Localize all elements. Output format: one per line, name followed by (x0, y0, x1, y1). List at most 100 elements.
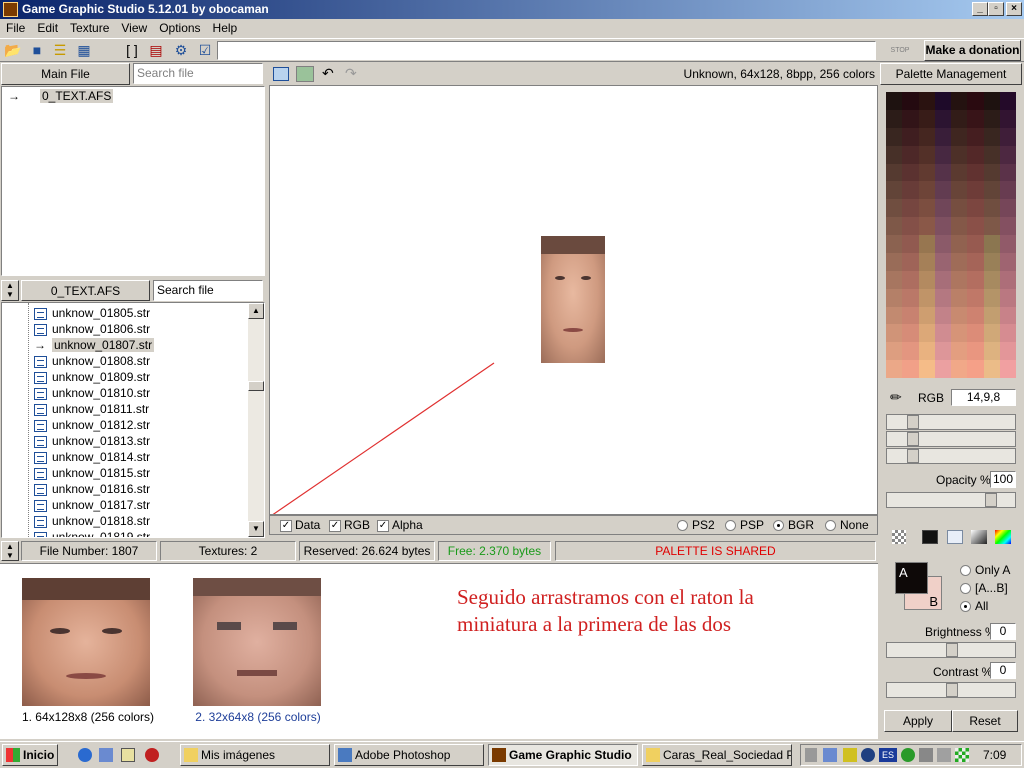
thumbnail-2[interactable] (193, 578, 321, 706)
network-icon[interactable] (823, 748, 837, 762)
tray-printer-icon[interactable] (937, 748, 951, 762)
palette-swatch[interactable] (951, 360, 968, 378)
scroll-up-button[interactable]: ▲ (248, 303, 264, 319)
palette-swatch[interactable] (999, 324, 1016, 343)
rgb-input[interactable]: 14,9,8 (951, 389, 1016, 406)
blue-slider[interactable] (886, 448, 1016, 464)
palette-swatch[interactable] (999, 92, 1016, 110)
eyedropper-icon[interactable]: ✏ (890, 389, 902, 406)
palette-swatch[interactable] (999, 235, 1016, 253)
palette-swatch[interactable] (983, 252, 1000, 271)
bgr-radio[interactable]: BGR (773, 516, 814, 534)
palette-grid[interactable] (886, 92, 1016, 378)
palette-swatch[interactable] (918, 324, 935, 343)
list-item[interactable]: unknow_01814.str (34, 449, 150, 465)
palette-swatch[interactable] (934, 181, 951, 200)
palette-swatch[interactable] (967, 199, 984, 218)
palette-swatch[interactable] (951, 92, 968, 110)
palette-swatch[interactable] (918, 306, 935, 325)
desktop-icon[interactable] (121, 748, 135, 762)
palette-swatch[interactable] (983, 306, 1000, 325)
all-radio-circle[interactable] (960, 601, 971, 613)
rgb-toggle[interactable]: ✓ RGB (329, 516, 370, 534)
palette-swatch[interactable] (902, 235, 919, 253)
palette-swatch[interactable] (902, 145, 919, 164)
palette-swatch[interactable] (902, 163, 919, 182)
palette-swatch[interactable] (951, 163, 968, 182)
list-item[interactable]: unknow_01808.str (34, 353, 150, 369)
palette-swatch[interactable] (951, 235, 968, 253)
menu-options[interactable]: Options (153, 19, 206, 35)
palette-swatch[interactable] (967, 342, 984, 361)
palette-swatch[interactable] (902, 342, 919, 361)
list-item[interactable]: unknow_01817.str (34, 497, 150, 513)
actual-size-icon[interactable] (296, 66, 314, 82)
green-slider[interactable] (886, 431, 1016, 447)
palette-swatch[interactable] (983, 360, 1000, 378)
menu-texture[interactable]: Texture (64, 19, 115, 35)
redo-icon[interactable]: ↷ (345, 65, 357, 82)
alpha-toggle[interactable]: ✓ Alpha (377, 516, 423, 534)
list-item[interactable]: unknow_01813.str (34, 433, 150, 449)
data-checkbox[interactable]: ✓ (280, 519, 292, 532)
palette-swatch[interactable] (886, 324, 903, 343)
palette-swatch[interactable] (951, 199, 968, 218)
palette-swatch[interactable] (967, 181, 984, 200)
palette-swatch[interactable] (983, 270, 1000, 289)
palette-swatch[interactable] (999, 163, 1016, 182)
palette-swatch[interactable] (934, 342, 951, 361)
palette-swatch[interactable] (902, 360, 919, 378)
start-button[interactable]: Inicio (2, 744, 58, 766)
palette-swatch[interactable] (934, 235, 951, 253)
none-radio[interactable]: None (825, 516, 869, 534)
donate-button[interactable]: Make a donation (924, 40, 1021, 61)
list-item[interactable]: unknow_01810.str (34, 385, 150, 401)
palette-swatch[interactable] (934, 252, 951, 271)
palette-swatch[interactable] (886, 252, 903, 271)
rgb-checkbox[interactable]: ✓ (329, 519, 341, 532)
palette-swatch[interactable] (983, 109, 1000, 128)
palette-swatch[interactable] (999, 145, 1016, 164)
palette-swatch[interactable] (918, 288, 935, 307)
speaker-icon[interactable] (805, 748, 817, 762)
palette-swatch[interactable] (902, 324, 919, 343)
list-item[interactable]: unknow_01811.str (34, 401, 149, 417)
tray-app-icon[interactable] (843, 748, 857, 762)
palette-swatch[interactable] (934, 270, 951, 289)
palette-swatch[interactable] (934, 199, 951, 218)
list-item[interactable]: unknow_01815.str (34, 465, 150, 481)
palette-swatch[interactable] (902, 199, 919, 218)
palette-swatch[interactable] (967, 145, 984, 164)
palette-swatch[interactable] (886, 342, 903, 361)
menu-help[interactable]: Help (207, 19, 244, 35)
palette-swatch[interactable] (967, 163, 984, 182)
palette-swatch[interactable] (951, 324, 968, 343)
palette-swatch[interactable] (886, 181, 903, 200)
grid-icon[interactable]: ▦ (76, 42, 92, 58)
palette-swatch[interactable] (967, 252, 984, 271)
file-list-scrollbar[interactable]: ▲ ▼ (248, 303, 264, 537)
ps2-radio[interactable]: PS2 (677, 516, 715, 534)
list-item[interactable]: unknow_01812.str (34, 417, 150, 433)
palette-swatch[interactable] (934, 92, 951, 110)
palette-swatch[interactable] (886, 288, 903, 307)
a-to-b-radio-circle[interactable] (960, 583, 971, 595)
minimize-button[interactable]: _ (972, 2, 988, 16)
gradient-icon[interactable] (971, 530, 987, 544)
palette-swatch[interactable] (934, 360, 951, 378)
palette-swatch[interactable] (918, 127, 935, 146)
status-toggle[interactable]: ▲ ▼ (1, 541, 19, 561)
apply-button[interactable]: Apply (884, 710, 952, 732)
palette-swatch[interactable] (918, 163, 935, 182)
palette-swatch[interactable] (886, 92, 903, 110)
palette-swatch[interactable] (902, 306, 919, 325)
palette-swatch[interactable] (918, 235, 935, 253)
only-a-radio[interactable]: Only A (960, 563, 1010, 577)
palette-swatch[interactable] (967, 109, 984, 128)
palette-swatch[interactable] (999, 360, 1016, 378)
maximize-button[interactable]: ▫ (988, 2, 1004, 16)
tray-grid-icon[interactable] (955, 748, 969, 762)
palette-swatch[interactable] (951, 217, 968, 235)
psp-radio[interactable]: PSP (725, 516, 764, 534)
palette-swatch[interactable] (951, 145, 968, 164)
